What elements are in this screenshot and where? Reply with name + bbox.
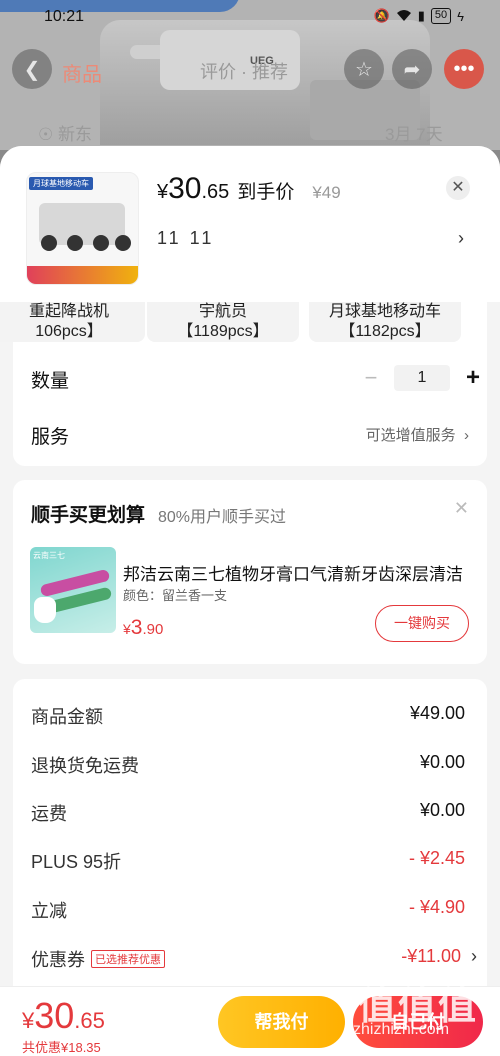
star-icon[interactable]: ☆ [344, 49, 384, 89]
more-icon[interactable]: ••• [444, 49, 484, 89]
addon-price-integer: 3 [130, 616, 143, 639]
plus-button[interactable]: + [462, 364, 484, 392]
quantity-label: 数量 [31, 371, 70, 392]
total-price-decimal: .65 [74, 1008, 105, 1033]
status-bar: 10:21 🔕 ▮ 50 ϟ [0, 0, 500, 34]
fee-label: 立减 [31, 901, 67, 921]
sheet-header: 月球基地移动车 ¥ 30 .65 到手价 ¥49 ✕ 11 11 › [0, 146, 500, 302]
fee-value: -¥11.00 › [401, 946, 477, 967]
product-thumbnail[interactable]: 月球基地移动车 [26, 172, 139, 285]
fee-row: PLUS 95折 - ¥2.45 [31, 848, 471, 878]
one-click-buy-button[interactable]: 一键购买 [375, 605, 469, 642]
spec-option[interactable]: 月球基地移动车 【1182pcs】 [309, 302, 461, 342]
background-row-right: 3月 7天 [385, 125, 443, 144]
price-decimal: .65 [201, 181, 230, 203]
minus-button[interactable]: − [360, 365, 382, 391]
spec-option-count: 106pcs】 [35, 323, 103, 340]
fee-row: 立减 - ¥4.90 [31, 897, 471, 927]
purchase-sheet: 月球基地移动车 ¥ 30 .65 到手价 ¥49 ✕ 11 11 › 重起降战机… [0, 146, 500, 1056]
final-price-label: 到手价 [237, 182, 295, 203]
fee-label: 退换货免运费 [31, 756, 139, 776]
fee-value: - ¥2.45 [408, 848, 465, 868]
fee-label: 运费 [31, 804, 67, 824]
addon-image-label: 云南三七 [33, 551, 65, 560]
share-icon[interactable]: ➦ [392, 49, 432, 89]
fee-value: ¥0.00 [419, 800, 465, 820]
thumbnail-footer [27, 266, 138, 284]
total-price-integer: 30 [34, 995, 75, 1036]
chevron-right-icon: › [459, 427, 469, 444]
quantity-input[interactable]: 1 [394, 365, 450, 391]
mute-icon: 🔕 [373, 8, 390, 23]
options-card: 重起降战机 106pcs】 宇航员 【1189pcs】 月球基地移动车 【118… [0, 302, 487, 466]
service-value: 可选增值服务 [365, 427, 456, 444]
spec-option[interactable]: 重起降战机 106pcs】 [0, 302, 145, 342]
price-row: ¥ 30 .65 到手价 ¥49 [157, 172, 341, 206]
thumbnail-wheel [93, 235, 109, 251]
spec-option-name: 月球基地移动车 [328, 303, 441, 320]
thumbnail-wheel [41, 235, 57, 251]
tooth-icon [34, 597, 56, 623]
sim-icon: ▮ [417, 8, 425, 23]
fee-label: 优惠券 已选推荐优惠 [31, 946, 165, 972]
original-price: ¥49 [312, 183, 341, 202]
addon-subtitle: 80%用户顺手买过 [158, 509, 287, 526]
spec-option-name: 宇航员 [198, 303, 247, 320]
service-selector[interactable]: 可选增值服务 › [366, 424, 469, 445]
price-symbol: ¥ [157, 181, 169, 203]
watermark-site: zhizhizhi.com [353, 1021, 450, 1038]
addon-product-image[interactable]: 云南三七 [30, 547, 116, 633]
battery-icon: 50 [430, 8, 452, 24]
status-icons: 🔕 ▮ 50 ϟ [374, 8, 464, 24]
watermark: 值值值 zhizhizhi.com [350, 975, 500, 1055]
charging-icon: ϟ [457, 8, 464, 24]
fee-value: - ¥4.90 [408, 897, 465, 917]
help-me-pay-button[interactable]: 帮我付 [218, 996, 345, 1048]
addon-product-name[interactable]: 邦洁云南三七植物牙膏口气清新牙齿深层清洁 [123, 560, 473, 585]
selected-spec[interactable]: 11 11 [157, 228, 214, 249]
total-price-symbol: ¥ [22, 1008, 35, 1033]
thumbnail-wheel [115, 235, 131, 251]
addon-price-symbol: ¥ [123, 621, 131, 637]
quantity-stepper: − 1 + [360, 364, 484, 392]
wifi-icon [396, 9, 412, 24]
spec-option-count: 【1189pcs】 [177, 323, 269, 340]
status-time: 10:21 [44, 8, 85, 25]
chevron-right-icon: › [466, 946, 477, 966]
fee-row: 商品金额 ¥49.00 [31, 703, 471, 733]
status-pill [0, 0, 240, 12]
fee-summary-card: 商品金额 ¥49.00 退换货免运费 ¥0.00 运费 ¥0.00 PLUS 9… [13, 679, 487, 999]
fee-value: ¥0.00 [419, 752, 465, 772]
background-tab-others: 评价 · 推荐 [200, 62, 288, 82]
addon-price-decimal: .90 [142, 621, 164, 638]
close-icon[interactable]: ✕ [446, 176, 470, 200]
addon-product-spec: 颜色：留兰香一支 [123, 588, 228, 603]
total-price: ¥ 30 .65 [22, 995, 105, 1037]
chevron-right-icon[interactable]: › [458, 228, 464, 249]
fee-row: 退换货免运费 ¥0.00 [31, 752, 471, 782]
thumbnail-tag: 月球基地移动车 [29, 177, 93, 190]
coupon-label: 优惠券 [31, 950, 85, 970]
spec-option-name: 重起降战机 [28, 303, 109, 320]
coupon-tag: 已选推荐优惠 [91, 950, 165, 968]
fee-label: 商品金额 [31, 707, 103, 727]
fee-label: PLUS 95折 [31, 852, 122, 872]
addon-price: ¥ 3 .90 [123, 616, 163, 640]
fee-value: ¥49.00 [409, 703, 465, 723]
background-tab-product: 商品 [62, 64, 102, 86]
price-integer: 30 [168, 172, 202, 205]
background-row-left: ☉ 新东 [38, 125, 92, 144]
coupon-row[interactable]: 优惠券 已选推荐优惠 -¥11.00 › [31, 946, 477, 976]
service-label: 服务 [31, 427, 70, 448]
addon-title: 顺手买更划算 [31, 505, 146, 526]
addon-card: 顺手买更划算 80%用户顺手买过 ✕ 云南三七 邦洁云南三七植物牙膏口气清新牙齿… [13, 480, 487, 664]
coupon-value: -¥11.00 [401, 946, 461, 966]
close-icon[interactable]: ✕ [454, 498, 469, 519]
spec-option[interactable]: 宇航员 【1189pcs】 [147, 302, 299, 342]
thumbnail-wheel [67, 235, 83, 251]
spec-option-count: 【1182pcs】 [339, 323, 431, 340]
back-icon[interactable]: ❮ [12, 49, 52, 89]
fee-row: 运费 ¥0.00 [31, 800, 471, 830]
total-saved: 共优惠¥18.35 [22, 1040, 101, 1055]
